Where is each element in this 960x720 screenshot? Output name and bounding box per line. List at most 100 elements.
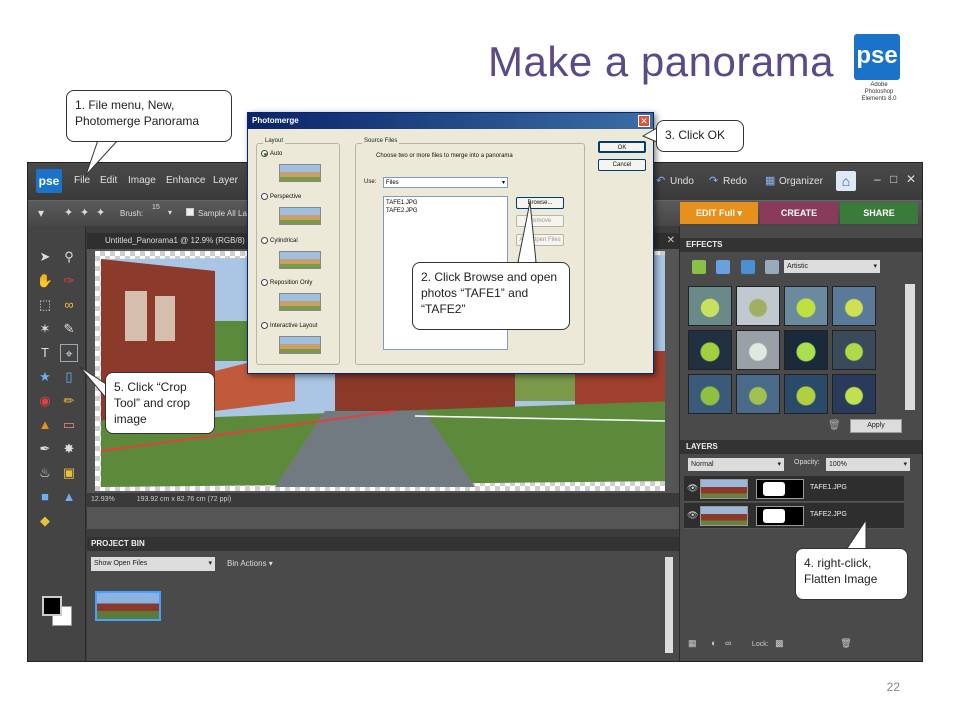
- tab-share[interactable]: SHARE: [840, 202, 918, 224]
- brush-tool-icon[interactable]: ✒: [36, 440, 54, 458]
- crop-tool-icon[interactable]: ⌖: [60, 344, 78, 362]
- subtract-selection-icon[interactable]: ✦: [96, 206, 105, 219]
- smart-brush-tool-icon[interactable]: ✸: [60, 440, 78, 458]
- link-icon[interactable]: ∞: [725, 638, 731, 648]
- bin-actions-menu[interactable]: Bin Actions ▾: [227, 557, 273, 571]
- spot-healing-tool-icon[interactable]: ✏: [60, 392, 78, 410]
- show-open-files-select[interactable]: Show Open Files ▾: [91, 557, 215, 571]
- paint-bucket-tool-icon[interactable]: ♨: [36, 464, 54, 482]
- project-bin-scrollbar[interactable]: [665, 557, 673, 653]
- effect-thumbnail[interactable]: [688, 286, 732, 326]
- browse-button[interactable]: Browse...: [516, 197, 564, 209]
- sponge-tool-icon[interactable]: ◆: [36, 512, 54, 530]
- opacity-field[interactable]: 100% ▾: [826, 458, 910, 471]
- adjustment-layer-icon[interactable]: ◐: [711, 638, 716, 648]
- close-icon[interactable]: ✕: [906, 172, 916, 186]
- ok-button[interactable]: OK: [598, 141, 646, 153]
- eye-icon[interactable]: 👁: [687, 483, 698, 494]
- organizer-button[interactable]: ▦ Organizer: [765, 174, 823, 187]
- brush-size[interactable]: 15: [152, 204, 160, 211]
- quick-selection-icon[interactable]: ✦: [64, 206, 73, 219]
- effects-scrollbar[interactable]: [905, 284, 915, 410]
- use-select[interactable]: Files ▾: [383, 177, 508, 188]
- undo-icon: ↶: [656, 175, 666, 187]
- brush-picker-icon[interactable]: ▾: [168, 208, 172, 217]
- red-eye-tool-icon[interactable]: ◉: [36, 392, 54, 410]
- effect-thumbnail[interactable]: [784, 286, 828, 326]
- remove-button[interactable]: Remove: [516, 215, 564, 227]
- trash-icon[interactable]: 🗑: [840, 638, 851, 648]
- blur-tool-icon[interactable]: ▲: [60, 488, 78, 506]
- marquee-tool-icon[interactable]: ⬚: [36, 296, 54, 314]
- gradient-tool-icon[interactable]: ▣: [60, 464, 78, 482]
- layout-perspective-radio[interactable]: Perspective: [261, 193, 301, 200]
- layer-row[interactable]: 👁 TAFE1.JPG: [684, 476, 904, 502]
- effect-thumbnail[interactable]: [784, 374, 828, 414]
- effect-thumbnail[interactable]: [736, 286, 780, 326]
- menu-file[interactable]: File: [74, 175, 90, 186]
- eye-icon[interactable]: 👁: [687, 510, 698, 521]
- logo-caption-line: Photoshop: [864, 89, 894, 95]
- eraser-tool-icon[interactable]: ▭: [60, 416, 78, 434]
- menu-enhance[interactable]: Enhance: [166, 175, 205, 186]
- photo-effects-icon[interactable]: [716, 260, 731, 274]
- document-close-icon[interactable]: ✕: [667, 233, 675, 249]
- effect-thumbnail[interactable]: [832, 330, 876, 370]
- toolbox: ➤ ⚲ ✋ ✑ ⬚ ∞ ✶ ✎ T ⌖ ★ ▯ ◉ ✏ ▲ ▭ ✒ ✸ ♨ ▣ …: [28, 226, 86, 661]
- new-layer-icon[interactable]: ▦: [688, 638, 697, 648]
- straighten-tool-icon[interactable]: ▯: [60, 368, 78, 386]
- minimize-icon[interactable]: –: [874, 172, 881, 186]
- bin-thumbnail[interactable]: [95, 591, 161, 621]
- effects-filter-select[interactable]: Artistic ▾: [784, 260, 880, 273]
- effect-thumbnail[interactable]: [832, 286, 876, 326]
- undo-button[interactable]: ↶ Undo: [656, 174, 694, 187]
- effect-thumbnail[interactable]: [688, 330, 732, 370]
- tab-create[interactable]: CREATE: [760, 202, 838, 224]
- layout-cylindrical-radio[interactable]: Cylindrical: [261, 237, 298, 244]
- blend-mode-select[interactable]: Normal ▾: [688, 458, 784, 471]
- lock-icon[interactable]: ▩: [775, 638, 784, 648]
- cookie-cutter-tool-icon[interactable]: ★: [36, 368, 54, 386]
- home-button[interactable]: ⌂: [836, 171, 856, 191]
- lasso-tool-icon[interactable]: ∞: [60, 296, 78, 314]
- magic-wand-tool-icon[interactable]: ✶: [36, 320, 54, 338]
- sample-all-checkbox[interactable]: [186, 208, 194, 216]
- menu-layer[interactable]: Layer: [213, 175, 238, 186]
- file-list-item[interactable]: TAFE2.JPG: [386, 207, 505, 215]
- zoom-level[interactable]: 12.93%: [91, 493, 115, 507]
- menu-image[interactable]: Image: [128, 175, 156, 186]
- eyedropper-tool-icon[interactable]: ✑: [60, 272, 78, 290]
- effect-thumbnail[interactable]: [832, 374, 876, 414]
- layout-auto-radio[interactable]: Auto: [261, 150, 282, 157]
- effect-thumbnail[interactable]: [784, 330, 828, 370]
- effect-thumbnail[interactable]: [688, 374, 732, 414]
- effect-thumbnail[interactable]: [736, 374, 780, 414]
- move-tool-icon[interactable]: ➤: [36, 248, 54, 266]
- effect-thumbnail[interactable]: [736, 330, 780, 370]
- hand-tool-icon[interactable]: ✋: [36, 272, 54, 290]
- layer-row[interactable]: 👁 TAFE2.JPG: [684, 503, 904, 529]
- shape-tool-icon[interactable]: ■: [36, 488, 54, 506]
- quick-selection-tool-icon[interactable]: ✎: [60, 320, 78, 338]
- dialog-close-icon[interactable]: ✕: [638, 115, 650, 127]
- clone-stamp-tool-icon[interactable]: ▲: [36, 416, 54, 434]
- tab-edit-full[interactable]: EDIT Full ▾: [680, 202, 758, 224]
- file-list-item[interactable]: TAFE1.JPG: [386, 199, 505, 207]
- add-selection-icon[interactable]: ✦: [80, 206, 89, 219]
- type-tool-icon[interactable]: T: [36, 344, 54, 362]
- tool-preset-icon[interactable]: ▾: [38, 206, 44, 220]
- zoom-tool-icon[interactable]: ⚲: [60, 248, 78, 266]
- layout-interactive-radio[interactable]: Interactive Layout: [261, 322, 317, 329]
- trash-icon[interactable]: 🗑: [828, 420, 841, 431]
- foreground-color-swatch[interactable]: [42, 596, 62, 616]
- layer-styles-icon[interactable]: [740, 260, 755, 274]
- apply-button[interactable]: Apply: [850, 419, 902, 433]
- all-effects-icon[interactable]: [765, 260, 780, 274]
- menu-edit[interactable]: Edit: [100, 175, 117, 186]
- redo-button[interactable]: ↷ Redo: [709, 174, 747, 187]
- maximize-icon[interactable]: □: [890, 172, 897, 186]
- layout-reposition-radio[interactable]: Reposition Only: [261, 279, 312, 286]
- filters-icon[interactable]: [692, 260, 706, 274]
- add-open-files-button[interactable]: Add Open Files: [516, 234, 564, 246]
- cancel-button[interactable]: Cancel: [598, 159, 646, 171]
